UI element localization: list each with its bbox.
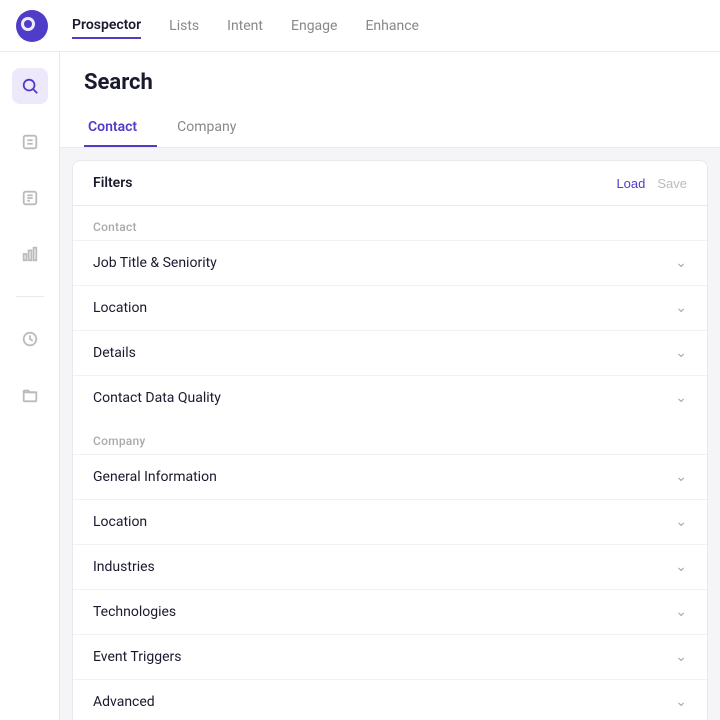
nav-menu: Prospector Lists Intent Engage Enhance [72, 13, 419, 39]
chevron-down-icon: ⌄ [675, 514, 687, 530]
sidebar-icon-chart[interactable] [12, 236, 48, 272]
filter-row-contact-location[interactable]: Location ⌄ [73, 285, 707, 330]
sidebar-icon-search[interactable] [12, 68, 48, 104]
filter-row-advanced[interactable]: Advanced ⌄ [73, 679, 707, 720]
sidebar [0, 52, 60, 720]
chevron-down-icon: ⌄ [675, 469, 687, 485]
nav-item-lists[interactable]: Lists [169, 14, 199, 38]
page-title: Search [84, 70, 696, 95]
sidebar-divider [16, 296, 44, 297]
filters-header: Filters Load Save [73, 161, 707, 206]
filter-row-industries[interactable]: Industries ⌄ [73, 544, 707, 589]
sidebar-icon-flag[interactable] [12, 180, 48, 216]
filter-row-event-triggers[interactable]: Event Triggers ⌄ [73, 634, 707, 679]
filter-row-contact-data-quality[interactable]: Contact Data Quality ⌄ [73, 375, 707, 420]
chevron-down-icon: ⌄ [675, 300, 687, 316]
filter-row-details[interactable]: Details ⌄ [73, 330, 707, 375]
filter-actions: Load Save [616, 176, 687, 191]
chevron-down-icon: ⌄ [675, 390, 687, 406]
filter-row-job-title[interactable]: Job Title & Seniority ⌄ [73, 240, 707, 285]
chevron-down-icon: ⌄ [675, 694, 687, 710]
filters-label: Filters [93, 175, 132, 191]
app-logo[interactable] [16, 10, 48, 42]
tab-contact[interactable]: Contact [84, 109, 157, 147]
chevron-down-icon: ⌄ [675, 255, 687, 271]
filter-panel: Filters Load Save Contact Job Title & Se… [72, 160, 708, 720]
sidebar-icon-folder[interactable] [12, 377, 48, 413]
chevron-down-icon: ⌄ [675, 559, 687, 575]
nav-item-intent[interactable]: Intent [227, 14, 263, 38]
nav-item-engage[interactable]: Engage [291, 14, 337, 38]
contact-section-label: Contact [73, 206, 707, 240]
chevron-down-icon: ⌄ [675, 604, 687, 620]
filter-row-technologies[interactable]: Technologies ⌄ [73, 589, 707, 634]
company-section-label: Company [73, 420, 707, 454]
top-navigation: Prospector Lists Intent Engage Enhance [0, 0, 720, 52]
chevron-down-icon: ⌄ [675, 345, 687, 361]
tabs-bar: Contact Company [84, 109, 696, 147]
save-button[interactable]: Save [657, 176, 687, 191]
main-content: Search Contact Company Filters Load Save… [60, 52, 720, 720]
page-header: Search Contact Company [60, 52, 720, 148]
nav-item-prospector[interactable]: Prospector [72, 13, 141, 39]
main-layout: Search Contact Company Filters Load Save… [0, 52, 720, 720]
load-button[interactable]: Load [616, 176, 645, 191]
sidebar-icon-contacts[interactable] [12, 124, 48, 160]
sidebar-icon-history[interactable] [12, 321, 48, 357]
filter-row-company-location[interactable]: Location ⌄ [73, 499, 707, 544]
nav-item-enhance[interactable]: Enhance [365, 14, 419, 38]
tab-company[interactable]: Company [173, 109, 256, 147]
chevron-down-icon: ⌄ [675, 649, 687, 665]
filter-row-general-information[interactable]: General Information ⌄ [73, 454, 707, 499]
